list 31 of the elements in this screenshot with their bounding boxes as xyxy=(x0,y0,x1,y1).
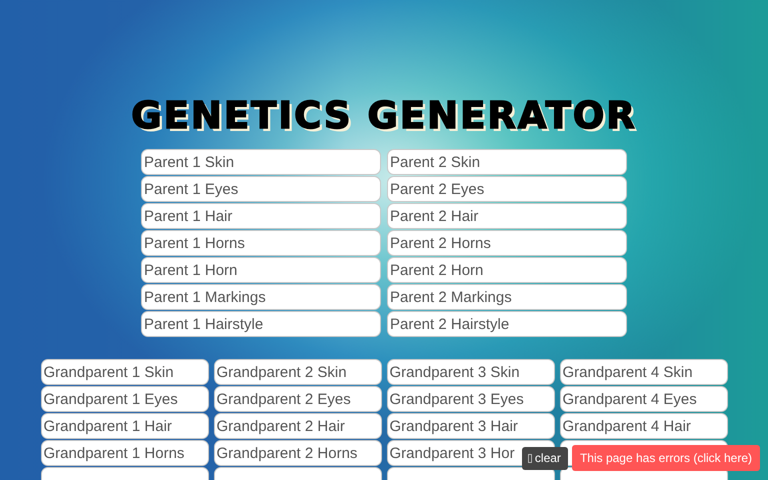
text-field[interactable]: Parent 2 Eyes xyxy=(387,176,627,202)
text-field[interactable]: Grandparent 1 Horns xyxy=(40,440,208,466)
text-field[interactable]: Grandparent 2 Horns xyxy=(214,440,382,466)
text-field[interactable]: Parent 1 Hairstyle xyxy=(141,311,381,337)
glyph-icon xyxy=(528,454,532,462)
text-field[interactable]: Grandparent 4 Eyes xyxy=(560,386,728,412)
text-field[interactable]: Grandparent 3 Eyes xyxy=(386,386,554,412)
text-field[interactable]: Parent 2 Markings xyxy=(387,284,627,310)
text-field[interactable]: Grandparent 1 Skin xyxy=(40,359,208,385)
text-field[interactable]: Grandparent 1 Eyes xyxy=(40,386,208,412)
text-field[interactable]: Parent 2 Hair xyxy=(387,203,627,229)
text-field[interactable]: Grandparent 4 Skin xyxy=(560,359,728,385)
text-field[interactable]: Grandparent 2 Skin xyxy=(214,359,382,385)
text-field[interactable]: Grandparent 2 Eyes xyxy=(214,386,382,412)
text-field[interactable]: Grandparent 3 Hair xyxy=(386,413,554,439)
page-title: GENETICS GENERATOR xyxy=(131,94,637,137)
text-field[interactable]: Grandparent 4 Hair xyxy=(560,413,728,439)
text-field[interactable]: Parent 1 Eyes xyxy=(141,176,381,202)
clear-toast[interactable]: clear xyxy=(522,446,568,470)
text-field[interactable]: Parent 1 Horn xyxy=(141,257,381,283)
text-field[interactable]: Parent 1 Markings xyxy=(141,284,381,310)
text-field[interactable]: Parent 2 Hairstyle xyxy=(387,311,627,337)
text-field[interactable]: Parent 2 Horn xyxy=(387,257,627,283)
text-field[interactable]: Parent 1 Horns xyxy=(141,230,381,256)
text-field[interactable]: Parent 2 Skin xyxy=(387,149,627,175)
text-field[interactable]: Parent 1 Hair xyxy=(141,203,381,229)
text-field[interactable]: Grandparent 3 Skin xyxy=(386,359,554,385)
text-field[interactable]: Grandparent 2 Hair xyxy=(214,413,382,439)
text-field[interactable]: Parent 1 Skin xyxy=(141,149,381,175)
text-field[interactable]: Parent 2 Horns xyxy=(387,230,627,256)
text-field[interactable]: Grandparent 1 Hair xyxy=(40,413,208,439)
